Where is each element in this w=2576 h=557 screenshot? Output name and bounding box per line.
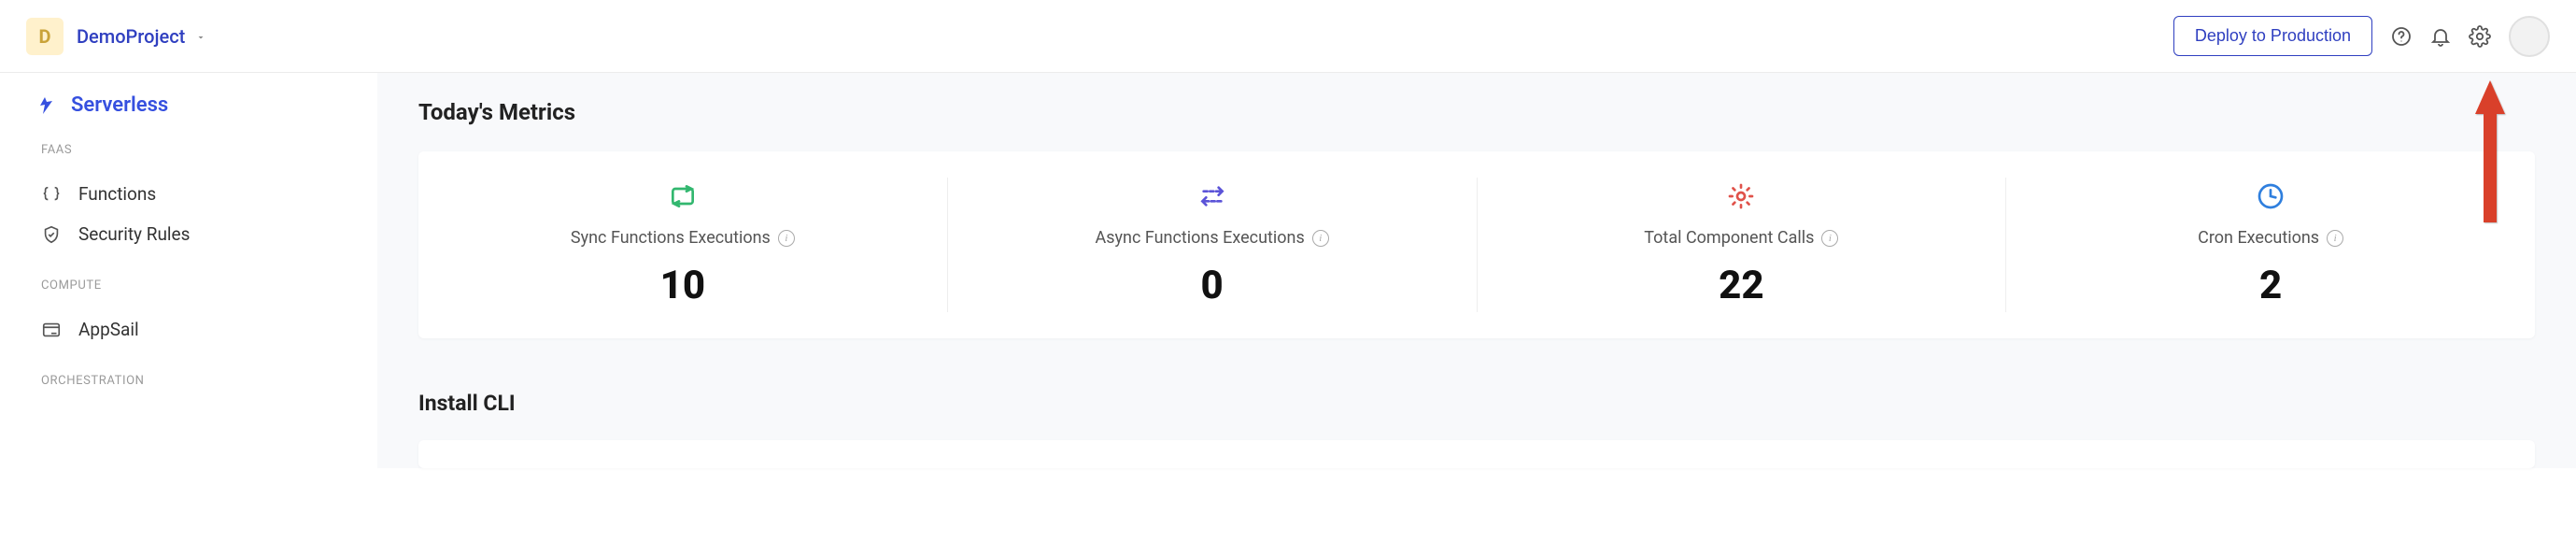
cli-title: Install CLI: [418, 391, 2535, 416]
info-icon[interactable]: i: [1821, 230, 1838, 247]
metric-label: Async Functions Executions: [1095, 228, 1304, 248]
sidebar-item-label: Functions: [78, 183, 156, 205]
project-badge: D: [26, 18, 64, 55]
project-selector[interactable]: DemoProject: [77, 25, 206, 48]
nav-section-orchestration: ORCHESTRATION: [37, 374, 377, 388]
shield-icon: [41, 224, 62, 245]
metric-sync-functions: Sync Functions Executions i 10: [418, 178, 947, 312]
gear-metric-icon: [1726, 181, 1756, 211]
avatar[interactable]: [2509, 16, 2550, 57]
main-content: Today's Metrics Sync Functions Execution…: [377, 73, 2576, 468]
settings-button[interactable]: [2460, 17, 2499, 56]
sidebar-item-security-rules[interactable]: Security Rules: [37, 214, 377, 254]
top-bar: D DemoProject Deploy to Production: [0, 0, 2576, 73]
bell-icon: [2429, 25, 2452, 48]
nav-section-faas: FAAS Functions Security Rules: [37, 143, 377, 254]
deploy-button[interactable]: Deploy to Production: [2173, 16, 2372, 56]
metric-component-calls: Total Component Calls i 22: [1477, 178, 2006, 312]
clock-icon: [2256, 181, 2286, 211]
appsail-icon: [41, 320, 62, 340]
sidebar: Serverless FAAS Functions Security Rules…: [0, 73, 377, 468]
sidebar-item-functions[interactable]: Functions: [37, 174, 377, 214]
brand[interactable]: Serverless: [37, 93, 377, 117]
info-icon[interactable]: i: [778, 230, 795, 247]
metric-value: 0: [1201, 263, 1224, 308]
nav-section-compute: COMPUTE AppSail: [37, 278, 377, 350]
sidebar-item-appsail[interactable]: AppSail: [37, 309, 377, 350]
brand-label: Serverless: [71, 93, 168, 117]
nav-section-header: COMPUTE: [41, 278, 377, 293]
metric-value: 10: [660, 263, 705, 308]
nav-section-header: ORCHESTRATION: [41, 374, 377, 388]
sync-icon: [668, 181, 698, 211]
chevron-down-icon: [195, 32, 206, 43]
metrics-card: Sync Functions Executions i 10 Async Fun…: [418, 151, 2535, 338]
nav-section-header: FAAS: [41, 143, 377, 157]
help-button[interactable]: [2382, 17, 2421, 56]
metric-label: Total Component Calls: [1644, 228, 1814, 248]
metric-label: Cron Executions: [2198, 228, 2319, 248]
metric-cron: Cron Executions i 2: [2005, 178, 2535, 312]
info-icon[interactable]: i: [1312, 230, 1329, 247]
metric-value: 2: [2259, 263, 2282, 308]
braces-icon: [41, 184, 62, 205]
cli-card: [418, 440, 2535, 468]
notifications-button[interactable]: [2421, 17, 2460, 56]
async-icon: [1197, 181, 1227, 211]
sidebar-item-label: Security Rules: [78, 223, 190, 245]
project-name-label: DemoProject: [77, 25, 185, 48]
metric-value: 22: [1719, 263, 1763, 308]
serverless-icon: [37, 94, 60, 117]
info-icon[interactable]: i: [2327, 230, 2343, 247]
metric-label: Sync Functions Executions: [571, 228, 771, 248]
metrics-title: Today's Metrics: [418, 99, 2535, 125]
metric-async-functions: Async Functions Executions i 0: [947, 178, 1477, 312]
help-icon: [2390, 25, 2413, 48]
sidebar-item-label: AppSail: [78, 319, 139, 340]
gear-icon: [2469, 25, 2491, 48]
